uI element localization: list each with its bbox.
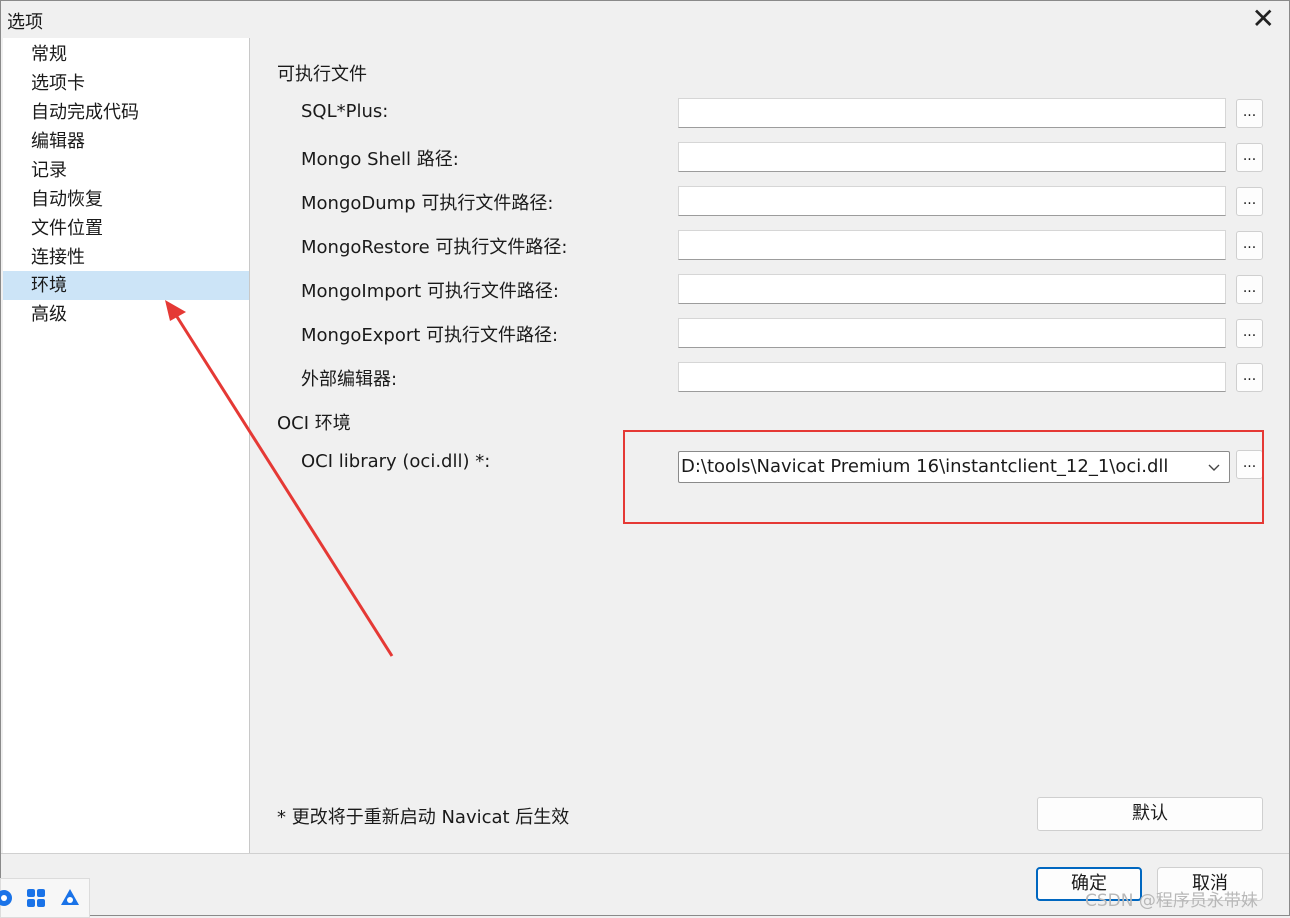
- external-editor-label: 外部编辑器:: [301, 369, 398, 390]
- sidebar-item-label: 文件位置: [31, 218, 103, 239]
- sidebar: 常规 选项卡 自动完成代码 编辑器 记录 自动恢复 文件位置 连接性 环境 高级: [3, 38, 250, 853]
- sidebar-item-tabs[interactable]: 选项卡: [3, 69, 249, 98]
- sidebar-item-advanced[interactable]: 高级: [3, 300, 249, 329]
- executables-section-title: 可执行文件: [277, 64, 367, 85]
- sidebar-item-label: 高级: [31, 304, 67, 325]
- mongo-shell-label: Mongo Shell 路径:: [301, 149, 459, 170]
- options-dialog: 选项 ✕ 常规 选项卡 自动完成代码 编辑器 记录 自动恢复 文件位置 连接性 …: [0, 0, 1290, 916]
- sidebar-item-editor[interactable]: 编辑器: [3, 127, 249, 156]
- mongoimport-browse-button[interactable]: ...: [1236, 275, 1263, 304]
- sidebar-item-file-location[interactable]: 文件位置: [3, 214, 249, 243]
- mongoimport-label: MongoImport 可执行文件路径:: [301, 281, 559, 302]
- app-icon[interactable]: [0, 887, 15, 909]
- window-title: 选项: [7, 12, 43, 33]
- mongorestore-label: MongoRestore 可执行文件路径:: [301, 237, 568, 258]
- external-editor-browse-button[interactable]: ...: [1236, 363, 1263, 392]
- annotation-highlight-box: [623, 430, 1264, 524]
- sidebar-item-label: 环境: [31, 275, 67, 296]
- mongodump-path-input[interactable]: [678, 186, 1226, 216]
- sqlplus-browse-button[interactable]: ...: [1236, 99, 1263, 128]
- sidebar-item-label: 常规: [31, 44, 67, 65]
- environment-panel: 可执行文件 SQL*Plus: ... Mongo Shell 路径: ... …: [251, 38, 1289, 853]
- mongorestore-path-input[interactable]: [678, 230, 1226, 260]
- mongoexport-browse-button[interactable]: ...: [1236, 319, 1263, 348]
- mongo-shell-path-input[interactable]: [678, 142, 1226, 172]
- sqlplus-path-input[interactable]: [678, 98, 1226, 128]
- mongoexport-label: MongoExport 可执行文件路径:: [301, 325, 559, 346]
- default-button[interactable]: 默认: [1037, 797, 1263, 831]
- sidebar-item-label: 记录: [31, 160, 67, 181]
- mongorestore-browse-button[interactable]: ...: [1236, 231, 1263, 260]
- restart-note: * 更改将于重新启动 Navicat 后生效: [277, 807, 570, 828]
- taskbar-fragment: [0, 878, 90, 918]
- mongodump-browse-button[interactable]: ...: [1236, 187, 1263, 216]
- sidebar-item-environment[interactable]: 环境: [3, 271, 249, 300]
- oci-section-title: OCI 环境: [277, 413, 351, 434]
- sidebar-item-label: 选项卡: [31, 73, 85, 94]
- sqlplus-label: SQL*Plus:: [301, 101, 389, 122]
- watermark: CSDN @程序员永带妹: [1085, 891, 1258, 911]
- start-icon[interactable]: [25, 887, 47, 909]
- title-bar: 选项 ✕: [1, 1, 1289, 38]
- mongoimport-path-input[interactable]: [678, 274, 1226, 304]
- sidebar-item-connectivity[interactable]: 连接性: [3, 243, 249, 272]
- sidebar-item-code-completion[interactable]: 自动完成代码: [3, 98, 249, 127]
- mongoexport-path-input[interactable]: [678, 318, 1226, 348]
- sidebar-item-label: 连接性: [31, 247, 85, 268]
- mongo-shell-browse-button[interactable]: ...: [1236, 143, 1263, 172]
- mongodump-label: MongoDump 可执行文件路径:: [301, 193, 554, 214]
- sidebar-item-auto-recovery[interactable]: 自动恢复: [3, 185, 249, 214]
- oci-library-label: OCI library (oci.dll) *:: [301, 451, 491, 472]
- sidebar-item-label: 自动恢复: [31, 189, 103, 210]
- sidebar-item-label: 编辑器: [31, 131, 85, 152]
- close-icon[interactable]: ✕: [1252, 3, 1275, 35]
- sidebar-item-general[interactable]: 常规: [3, 40, 249, 69]
- sidebar-item-label: 自动完成代码: [31, 102, 139, 123]
- copilot-icon[interactable]: [59, 887, 81, 909]
- sidebar-item-logging[interactable]: 记录: [3, 156, 249, 185]
- dialog-footer: 确定 取消 CSDN @程序员永带妹: [1, 853, 1289, 915]
- external-editor-path-input[interactable]: [678, 362, 1226, 392]
